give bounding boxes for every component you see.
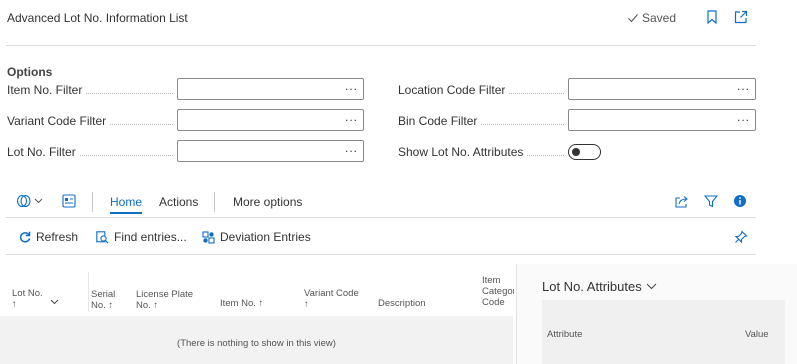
factbox-title: Lot No. Attributes xyxy=(542,279,642,294)
item-no-filter-label: Item No. Filter xyxy=(7,79,177,101)
toggle-knob xyxy=(572,148,580,156)
home-active-indicator xyxy=(110,212,142,214)
show-lot-no-attributes-label-text: Show Lot No. Attributes xyxy=(398,145,524,159)
bookmark-icon[interactable] xyxy=(704,9,720,25)
open-in-new-window-icon[interactable] xyxy=(733,9,749,25)
location-code-filter-label: Location Code Filter xyxy=(398,79,568,101)
column-header-lot-no[interactable]: Lot No. ↑ xyxy=(12,288,43,310)
pin-icon[interactable] xyxy=(734,230,748,244)
column-header-license-plate-no[interactable]: License Plate No. ↑ xyxy=(136,289,193,311)
chevron-down-icon xyxy=(34,198,43,204)
lot-no-header-text: Lot No. xyxy=(12,288,43,299)
location-code-filter-input[interactable]: ... xyxy=(568,78,756,100)
header-divider xyxy=(6,45,756,46)
item-no-filter-label-text: Item No. Filter xyxy=(7,83,83,97)
column-header-variant-code[interactable]: Variant Code ↑ xyxy=(304,288,359,310)
lookup-ellipsis-button[interactable]: ... xyxy=(345,141,358,155)
bin-code-filter-label-text: Bin Code Filter xyxy=(398,114,478,128)
factbox-column-attribute: Attribute xyxy=(547,329,583,340)
empty-grid-message: (There is nothing to show in this view) xyxy=(177,338,336,349)
license-plate-header-line1: License Plate xyxy=(136,289,194,300)
checkmark-icon xyxy=(627,12,639,24)
serial-no-header-line2: No. ↑ xyxy=(91,300,114,311)
factbox-column-value: Value xyxy=(745,329,769,340)
variant-code-filter-label: Variant Code Filter xyxy=(7,110,177,132)
factbox-title-button[interactable]: Lot No. Attributes xyxy=(542,279,657,294)
column-header-item-category-code[interactable]: Item Categor Code xyxy=(482,275,514,308)
refresh-button[interactable]: Refresh xyxy=(19,230,78,244)
column-separator xyxy=(88,272,89,312)
lookup-ellipsis-button[interactable]: ... xyxy=(345,79,358,93)
variant-code-filter-label-text: Variant Code Filter xyxy=(7,114,107,128)
serial-no-header-line1: Serial xyxy=(91,289,116,300)
deviation-entries-label: Deviation Entries xyxy=(220,230,311,244)
menu-actions[interactable]: Actions xyxy=(159,195,198,209)
saved-label: Saved xyxy=(642,11,677,25)
column-header-item-no[interactable]: Item No. ↑ xyxy=(220,298,263,309)
lookup-ellipsis-button[interactable]: ... xyxy=(737,110,750,124)
lookup-ellipsis-button[interactable]: ... xyxy=(345,110,358,124)
column-header-description[interactable]: Description xyxy=(378,298,426,309)
bin-code-filter-input[interactable]: ... xyxy=(568,109,756,131)
share-icon[interactable] xyxy=(674,194,689,208)
item-no-filter-input[interactable]: ... xyxy=(177,78,364,100)
views-icon xyxy=(16,194,32,208)
filter-icon[interactable] xyxy=(704,194,718,208)
show-list-layout-icon[interactable] xyxy=(62,194,76,208)
find-entries-label: Find entries... xyxy=(114,230,187,244)
location-code-filter-label-text: Location Code Filter xyxy=(398,83,506,97)
item-category-header-line3: Code xyxy=(482,297,505,308)
menu-divider xyxy=(6,217,756,218)
menu-home[interactable]: Home xyxy=(110,195,142,209)
license-plate-header-line2: No. ↑ xyxy=(136,300,159,311)
lookup-ellipsis-button[interactable]: ... xyxy=(737,79,750,93)
refresh-icon xyxy=(19,231,31,243)
lot-no-sort-indicator: ↑ xyxy=(12,299,17,310)
menu-more-options[interactable]: More options xyxy=(233,195,302,209)
chevron-down-icon xyxy=(646,283,657,290)
bin-code-filter-label: Bin Code Filter xyxy=(398,110,568,132)
column-options-chevron-icon[interactable] xyxy=(50,299,59,305)
variant-code-filter-input[interactable]: ... xyxy=(177,109,364,131)
find-entries-icon xyxy=(96,230,109,244)
menu-separator xyxy=(92,192,93,212)
page-title: Advanced Lot No. Information List xyxy=(7,11,188,25)
item-category-header-line2: Categor xyxy=(482,286,514,297)
menu-separator xyxy=(214,192,215,212)
lot-no-filter-label-text: Lot No. Filter xyxy=(7,145,76,159)
variant-code-header-text: Variant Code xyxy=(304,288,359,299)
views-menu-button[interactable] xyxy=(16,194,43,208)
show-lot-no-attributes-toggle[interactable] xyxy=(568,144,601,160)
lot-no-filter-label: Lot No. Filter xyxy=(7,141,177,163)
saved-status: Saved xyxy=(627,11,676,25)
info-icon[interactable] xyxy=(733,194,747,208)
variant-code-sort-indicator: ↑ xyxy=(304,299,309,310)
options-section-title: Options xyxy=(7,65,53,79)
find-entries-button[interactable]: Find entries... xyxy=(96,230,187,244)
item-category-header-line1: Item xyxy=(482,275,501,286)
deviation-entries-button[interactable]: Deviation Entries xyxy=(202,230,311,244)
show-lot-no-attributes-label: Show Lot No. Attributes xyxy=(398,141,568,163)
refresh-label: Refresh xyxy=(36,230,79,244)
deviation-entries-icon xyxy=(202,230,215,244)
column-header-serial-no[interactable]: Serial No. ↑ xyxy=(91,289,115,311)
lot-no-filter-input[interactable]: ... xyxy=(177,140,364,162)
action-bar-divider xyxy=(6,254,756,255)
